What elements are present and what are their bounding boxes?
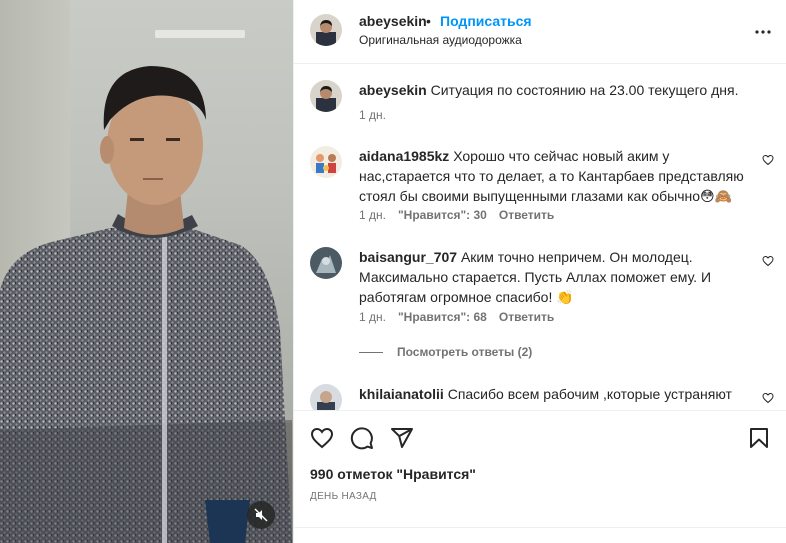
likes-count[interactable]: 990 отметок "Нравится"	[310, 466, 476, 482]
post-header: abeysekin • Подписаться Оригинальная ауд…	[294, 0, 786, 64]
heart-icon[interactable]	[762, 392, 774, 404]
replies-divider	[359, 351, 383, 353]
post-date[interactable]: ДЕНЬ НАЗАД	[310, 491, 377, 502]
comment-username[interactable]: baisangur_707	[359, 249, 457, 265]
separator-dot: •	[426, 13, 431, 29]
comment-icon[interactable]	[350, 426, 374, 450]
heart-icon[interactable]	[762, 154, 774, 166]
comment-text: baisangur_707 Аким точно непричем. Он мо…	[359, 247, 759, 307]
caption-meta: 1 дн.	[359, 108, 386, 122]
avatar[interactable]	[310, 14, 342, 46]
post-details-panel: abeysekin • Подписаться Оригинальная ауд…	[293, 0, 786, 543]
comments-list: abeysekin Ситуация по состоянию на 23.00…	[294, 64, 786, 410]
follow-button[interactable]: Подписаться	[440, 13, 532, 29]
comment-text: aidana1985kz Хорошо что сейчас новый аки…	[359, 146, 759, 206]
share-icon[interactable]	[390, 426, 414, 450]
comment-meta: 1 дн. "Нравится": 30 Ответить	[359, 208, 554, 222]
comment-body: Спасибо всем рабочим ,которые устраняют	[447, 386, 732, 402]
avatar[interactable]	[310, 384, 342, 410]
avatar[interactable]	[310, 80, 342, 112]
comment-time[interactable]: 1 дн.	[359, 208, 386, 222]
add-comment-bar[interactable]	[294, 527, 786, 543]
post-actions: 990 отметок "Нравится" ДЕНЬ НАЗАД	[294, 410, 786, 543]
caption-text: abeysekin Ситуация по состоянию на 23.00…	[359, 80, 759, 100]
view-replies-button[interactable]: Посмотреть ответы (2)	[359, 345, 532, 359]
comment-meta: 1 дн. "Нравится": 68 Ответить	[359, 310, 554, 324]
comment-likes[interactable]: "Нравится": 30	[398, 208, 487, 222]
caption-author[interactable]: abeysekin	[359, 82, 427, 98]
author-username[interactable]: abeysekin	[359, 13, 427, 29]
comment-text: khilaianatolii Спасибо всем рабочим ,кот…	[359, 384, 759, 404]
caption-time[interactable]: 1 дн.	[359, 108, 386, 122]
heart-icon[interactable]	[762, 255, 774, 267]
audio-link[interactable]: Оригинальная аудиодорожка	[359, 33, 522, 47]
comment-username[interactable]: aidana1985kz	[359, 148, 449, 164]
reply-button[interactable]: Ответить	[499, 310, 554, 324]
muted-speaker-icon	[254, 508, 268, 522]
post-media[interactable]	[0, 0, 293, 543]
view-replies-label: Посмотреть ответы (2)	[397, 345, 533, 359]
comment-time[interactable]: 1 дн.	[359, 310, 386, 324]
video-person	[0, 66, 292, 543]
avatar[interactable]	[310, 247, 342, 279]
more-icon[interactable]	[753, 22, 773, 42]
mute-button[interactable]	[247, 501, 275, 529]
comment-likes[interactable]: "Нравится": 68	[398, 310, 487, 324]
reply-button[interactable]: Ответить	[499, 208, 554, 222]
caption-body: Ситуация по состоянию на 23.00 текущего …	[430, 82, 739, 98]
bookmark-icon[interactable]	[747, 426, 771, 450]
heart-icon[interactable]	[310, 426, 334, 450]
avatar[interactable]	[310, 146, 342, 178]
comment-username[interactable]: khilaianatolii	[359, 386, 444, 402]
